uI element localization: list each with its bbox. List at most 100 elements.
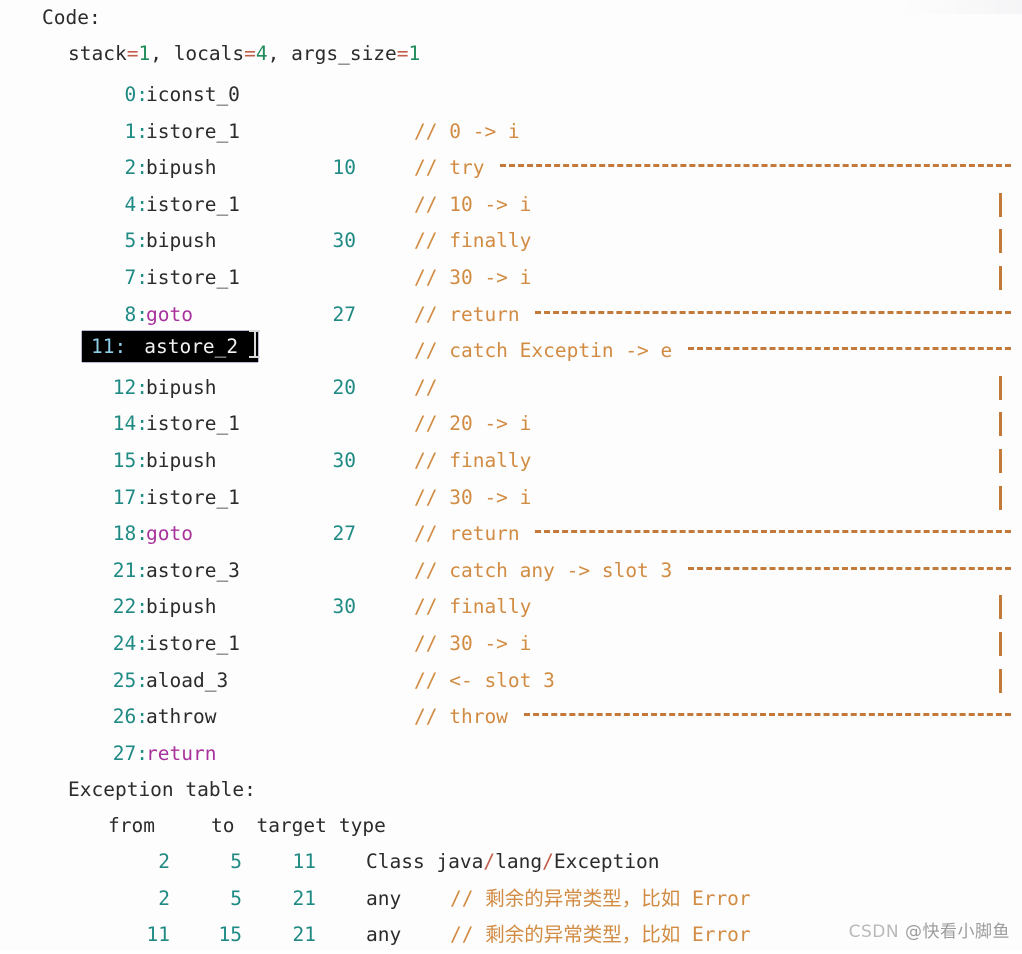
instruction-row[interactable]: 18: goto 27 // return <box>0 516 1022 553</box>
instruction-mnemonic: istore_1 <box>146 632 240 655</box>
exception-row-type: Class java/lang/Exception <box>366 844 660 881</box>
comment-dashed-rule <box>523 713 1011 717</box>
instruction-comment: // 30 -> i <box>414 632 532 655</box>
exception-row-target: 11 <box>292 850 316 873</box>
instruction-row[interactable]: 12: bipush 20 // <box>0 370 1022 407</box>
instruction-comment: // finally <box>414 595 532 619</box>
instruction-mnemonic: istore_1 <box>146 192 240 216</box>
exception-table-header-row: from to target type <box>108 808 386 845</box>
instruction-mnemonic: bipush <box>146 375 217 399</box>
instruction-row[interactable]: 22: bipush 30 // finally <box>0 589 1022 626</box>
exception-row-comment: // 剩余的异常类型，比如 Error <box>450 886 751 910</box>
instruction-operand: 10 <box>332 156 356 180</box>
instruction-operand: 30 <box>332 449 356 472</box>
selected-instruction-text: 11: astore_2 <box>82 331 238 362</box>
instruction-mnemonic: goto <box>146 302 193 326</box>
class-name-part: Exception <box>553 850 660 873</box>
comment-vertical-rule <box>999 266 1002 290</box>
instruction-row[interactable]: 27: return <box>0 736 1022 773</box>
stack-equals: = <box>126 42 139 65</box>
instruction-mnemonic: athrow <box>146 705 217 729</box>
code-viewport: Code: stack=1, locals=4, args_size=1 0: i… <box>0 0 1022 950</box>
comment-vertical-rule <box>999 595 1002 620</box>
instruction-row[interactable]: 8: goto 27 // return <box>0 297 1022 334</box>
stack-label: stack <box>68 42 127 65</box>
instruction-comment: // <- slot 3 <box>414 668 555 692</box>
instruction-row[interactable]: 25: aload_3 // <- slot 3 <box>0 663 1022 700</box>
instruction-comment: // finally <box>414 449 532 472</box>
instruction-operand: 20 <box>332 375 356 399</box>
watermark-username: @快看小脚鱼 <box>905 922 1010 942</box>
instruction-comment: // 30 -> i <box>414 485 532 509</box>
frame-sep-2: , <box>267 42 292 65</box>
instruction-operand: 30 <box>332 229 356 253</box>
instruction-comment: // return <box>414 302 532 326</box>
instruction-row[interactable]: 2: bipush 10 // try <box>0 150 1022 187</box>
exception-header-from: from <box>108 814 155 837</box>
comment-dashed-rule <box>688 566 1011 570</box>
instruction-mnemonic: return <box>146 741 217 765</box>
class-name-separator: / <box>542 850 554 873</box>
comment-vertical-rule <box>999 449 1002 473</box>
instruction-comment: // catch Exceptin -> e <box>414 339 685 363</box>
instruction-mnemonic: aload_3 <box>146 668 229 692</box>
instruction-mnemonic: bipush <box>146 595 217 619</box>
locals-value: 4 <box>255 42 268 65</box>
instruction-row[interactable]: 15: bipush 30 // finally <box>0 443 1022 480</box>
locals-equals: = <box>244 42 256 65</box>
selected-instruction-highlight[interactable]: 11: astore_2 <box>82 331 258 362</box>
frame-sep-1: , <box>150 42 174 65</box>
instruction-pc: 18: <box>112 522 148 546</box>
instruction-row[interactable]: 14: istore_1 // 20 -> i <box>0 406 1022 443</box>
instruction-row[interactable]: 21: astore_3 // catch any -> slot 3 <box>0 553 1022 590</box>
instruction-pc: 24: <box>112 632 148 655</box>
instruction-comment: // return <box>414 522 532 546</box>
instruction-pc: 12: <box>112 375 148 399</box>
exception-table-row[interactable]: 2 5 11 Class java/lang/Exception <box>0 844 1022 881</box>
instruction-row[interactable]: 0: iconst_0 <box>0 77 1022 114</box>
comment-vertical-rule <box>999 375 1002 400</box>
instruction-row[interactable]: 17: istore_1 // 30 -> i <box>0 480 1022 517</box>
instruction-mnemonic: istore_1 <box>146 119 240 143</box>
csdn-watermark: CSDN @快看小脚鱼 <box>849 917 1010 942</box>
exception-row-to: 15 <box>218 923 242 947</box>
comment-dashed-rule <box>688 347 1011 351</box>
instruction-row[interactable]: 24: istore_1 // 30 -> i <box>0 626 1022 663</box>
instruction-pc: 1: <box>124 119 148 143</box>
exception-row-from: 2 <box>158 850 170 873</box>
instruction-mnemonic: bipush <box>146 156 217 180</box>
instruction-row[interactable]: 7: istore_1 // 30 -> i <box>0 260 1022 297</box>
text-cursor-icon <box>249 330 260 358</box>
instruction-pc: 0: <box>124 83 148 106</box>
exception-table-row[interactable]: 2 5 21 any // 剩余的异常类型，比如 Error <box>0 881 1022 918</box>
instruction-row[interactable]: 5: bipush 30 // finally <box>0 223 1022 260</box>
comment-vertical-rule <box>999 412 1002 437</box>
instruction-mnemonic: astore_3 <box>146 558 240 582</box>
instruction-pc: 7: <box>124 266 148 289</box>
instruction-comment: // 0 -> i <box>414 119 520 143</box>
exception-row-type: any <box>366 886 402 910</box>
instruction-pc: 22: <box>112 595 148 619</box>
args-size-equals: = <box>396 42 409 65</box>
instruction-pc: 4: <box>124 192 148 216</box>
comment-vertical-rule <box>999 485 1002 510</box>
exception-header-type: type <box>338 814 386 837</box>
selected-instruction-pc: 11: <box>91 335 127 358</box>
exception-row-from: 11 <box>146 923 170 947</box>
watermark-brand: CSDN <box>848 922 900 942</box>
locals-label: locals <box>173 42 245 65</box>
instruction-mnemonic: goto <box>146 522 193 546</box>
exception-row-to: 5 <box>230 850 242 873</box>
instruction-mnemonic: bipush <box>146 229 217 253</box>
class-name-part: Class java <box>366 850 484 873</box>
comment-dashed-rule <box>535 530 1011 534</box>
instruction-row[interactable]: 1: istore_1 // 0 -> i <box>0 114 1022 151</box>
instruction-row[interactable]: 26: athrow // throw <box>0 699 1022 736</box>
instruction-pc: 25: <box>112 668 148 692</box>
instruction-operand: 27 <box>332 302 356 326</box>
instruction-comment: // try <box>414 156 497 180</box>
instruction-mnemonic: bipush <box>146 449 217 472</box>
instruction-pc: 27: <box>112 741 148 765</box>
args-size-value: 1 <box>408 42 421 65</box>
instruction-row[interactable]: 4: istore_1 // 10 -> i <box>0 187 1022 224</box>
